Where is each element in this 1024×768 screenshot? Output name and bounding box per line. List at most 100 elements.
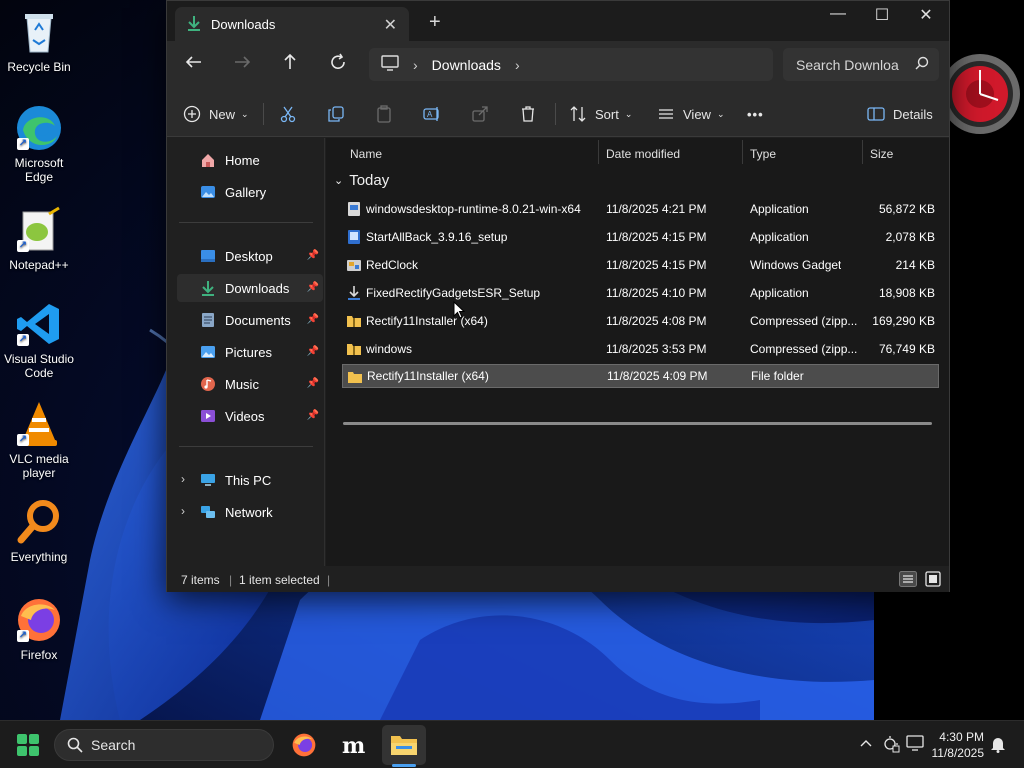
desktop-icon-recycle-bin[interactable]: Recycle Bin bbox=[0, 8, 78, 74]
file-date: 11/8/2025 4:21 PM bbox=[606, 202, 707, 216]
group-label: Today bbox=[349, 172, 390, 189]
refresh-button[interactable] bbox=[329, 53, 353, 77]
nav-item-desktop[interactable]: Desktop 📌 bbox=[177, 242, 323, 270]
minimize-button[interactable]: — bbox=[815, 5, 861, 29]
desktop-icon-firefox[interactable]: ↗ Firefox bbox=[0, 596, 78, 662]
file-explorer-window: Downloads ✕ + — ☐ ✕ › Downloads › Search… bbox=[166, 0, 950, 592]
selection-count: 1 item selected bbox=[239, 573, 320, 587]
nav-item-label: Music bbox=[225, 376, 259, 392]
network-icon bbox=[199, 504, 217, 520]
column-header-name[interactable]: Name bbox=[342, 142, 598, 166]
taskbar-firefox[interactable] bbox=[282, 725, 326, 765]
details-view-toggle[interactable] bbox=[899, 571, 917, 590]
nav-item-documents[interactable]: Documents 📌 bbox=[177, 306, 323, 334]
file-row[interactable]: windowsdesktop-runtime-8.0.21-win-x64 11… bbox=[342, 197, 939, 221]
tab-downloads[interactable]: Downloads ✕ bbox=[175, 7, 409, 41]
taskbar-file-explorer[interactable] bbox=[382, 725, 426, 765]
svg-text:m: m bbox=[342, 733, 365, 758]
taskbar-search[interactable]: Search bbox=[54, 729, 274, 761]
desktop-icon-everything[interactable]: Everything bbox=[0, 498, 78, 564]
chevron-right-icon[interactable]: › bbox=[181, 504, 185, 518]
details-pane-button[interactable]: Details bbox=[867, 103, 933, 125]
new-tab-button[interactable]: + bbox=[429, 11, 441, 34]
desktop-icon-vlc[interactable]: ↗ VLC media player bbox=[0, 400, 78, 480]
rename-button[interactable]: A bbox=[423, 103, 441, 125]
more-options-button[interactable]: ••• bbox=[747, 103, 764, 125]
share-icon bbox=[472, 106, 488, 122]
desktop-icon-notepadpp[interactable]: ↗ Notepad++ bbox=[0, 206, 78, 272]
sort-button[interactable]: Sort ⌄ bbox=[569, 103, 632, 125]
column-header-size[interactable]: Size bbox=[862, 142, 942, 166]
taskbar: Search m 4:30 PM 11/8/2025 bbox=[0, 720, 1024, 768]
computer-icon bbox=[381, 55, 399, 74]
tab-close-button[interactable]: ✕ bbox=[384, 15, 397, 35]
file-type: Compressed (zipp... bbox=[750, 314, 858, 328]
column-header-date[interactable]: Date modified bbox=[598, 142, 742, 166]
copy-button[interactable] bbox=[327, 103, 345, 125]
cut-button[interactable] bbox=[279, 103, 297, 125]
nav-item-network[interactable]: › Network bbox=[177, 498, 323, 526]
display-monitor-icon[interactable] bbox=[906, 735, 924, 754]
desktop-icon-label: Microsoft Edge bbox=[14, 156, 64, 184]
nav-item-downloads[interactable]: Downloads 📌 bbox=[177, 274, 323, 302]
pin-icon: 📌 bbox=[306, 378, 319, 389]
search-icon bbox=[67, 737, 83, 756]
delete-button[interactable] bbox=[519, 103, 537, 125]
notepadpp-icon: ↗ bbox=[15, 206, 63, 254]
maximize-button[interactable]: ☐ bbox=[859, 5, 905, 29]
paste-button[interactable] bbox=[375, 103, 393, 125]
nav-item-home[interactable]: Home bbox=[177, 146, 323, 174]
share-button[interactable] bbox=[471, 103, 489, 125]
file-row[interactable]: StartAllBack_3.9.16_setup 11/8/2025 4:15… bbox=[342, 225, 939, 249]
desktop-icon-label: Notepad++ bbox=[9, 258, 69, 272]
chevron-right-icon[interactable]: › bbox=[181, 472, 185, 486]
network-status-icon[interactable] bbox=[882, 735, 900, 756]
breadcrumb-separator[interactable]: › bbox=[515, 57, 520, 73]
file-row-selected[interactable]: Rectify11Installer (x64) 11/8/2025 4:09 … bbox=[342, 364, 939, 388]
column-header-type[interactable]: Type bbox=[742, 142, 862, 166]
videos-icon bbox=[199, 408, 217, 424]
close-button[interactable]: ✕ bbox=[903, 5, 949, 29]
notification-bell-icon[interactable] bbox=[990, 735, 1006, 756]
desktop-icon-edge[interactable]: ↗ Microsoft Edge bbox=[0, 104, 78, 184]
chevron-down-icon: ⌄ bbox=[241, 108, 249, 119]
chevron-down-icon: ⌄ bbox=[716, 108, 725, 119]
navigation-pane: Home Gallery Desktop 📌 Downloads 📌 Docum… bbox=[167, 138, 325, 566]
nav-item-videos[interactable]: Videos 📌 bbox=[177, 402, 323, 430]
forward-button[interactable] bbox=[233, 53, 257, 77]
breadcrumb-downloads[interactable]: Downloads bbox=[432, 57, 501, 73]
up-button[interactable] bbox=[281, 53, 305, 77]
view-button[interactable]: View ⌄ bbox=[657, 103, 725, 125]
new-label: New bbox=[209, 106, 236, 122]
nav-item-this-pc[interactable]: › This PC bbox=[177, 466, 323, 494]
search-input[interactable]: Search Downloa bbox=[783, 48, 939, 81]
nav-item-pictures[interactable]: Pictures 📌 bbox=[177, 338, 323, 366]
back-button[interactable] bbox=[185, 53, 209, 77]
breadcrumb-separator[interactable]: › bbox=[413, 57, 418, 73]
taskbar-clock[interactable]: 4:30 PM 11/8/2025 bbox=[928, 729, 985, 761]
new-button[interactable]: New ⌄ bbox=[183, 103, 249, 125]
show-hidden-icons-chevron-up-icon[interactable] bbox=[860, 737, 872, 751]
desktop-icon-vscode[interactable]: ↗ Visual Studio Code bbox=[0, 300, 78, 380]
nav-item-gallery[interactable]: Gallery bbox=[177, 178, 323, 206]
file-row[interactable]: windows 11/8/2025 3:53 PM Compressed (zi… bbox=[342, 337, 939, 361]
taskbar-medium[interactable]: m bbox=[332, 725, 376, 765]
group-header-today[interactable]: ⌄ Today bbox=[334, 172, 389, 189]
address-bar[interactable]: › Downloads › bbox=[369, 48, 773, 81]
file-row[interactable]: RedClock 11/8/2025 4:15 PM Windows Gadge… bbox=[342, 253, 939, 277]
file-row[interactable]: Rectify11Installer (x64) 11/8/2025 4:08 … bbox=[342, 309, 939, 333]
file-size: 169,290 KB bbox=[872, 314, 935, 328]
clock-gadget[interactable] bbox=[940, 30, 1020, 160]
setup-icon bbox=[346, 285, 362, 301]
tiles-view-toggle[interactable] bbox=[925, 571, 941, 590]
horizontal-scrollbar[interactable] bbox=[343, 422, 932, 425]
nav-item-music[interactable]: Music 📌 bbox=[177, 370, 323, 398]
desktop-icon-label: Firefox bbox=[20, 648, 58, 662]
firefox-icon: ↗ bbox=[15, 596, 63, 644]
file-date: 11/8/2025 4:15 PM bbox=[606, 230, 707, 244]
title-bar[interactable]: Downloads ✕ + — ☐ ✕ bbox=[167, 1, 949, 41]
pin-icon: 📌 bbox=[306, 346, 319, 357]
file-row[interactable]: FixedRectifyGadgetsESR_Setup 11/8/2025 4… bbox=[342, 281, 939, 305]
start-button[interactable] bbox=[16, 733, 40, 760]
file-name: windowsdesktop-runtime-8.0.21-win-x64 bbox=[366, 202, 581, 216]
